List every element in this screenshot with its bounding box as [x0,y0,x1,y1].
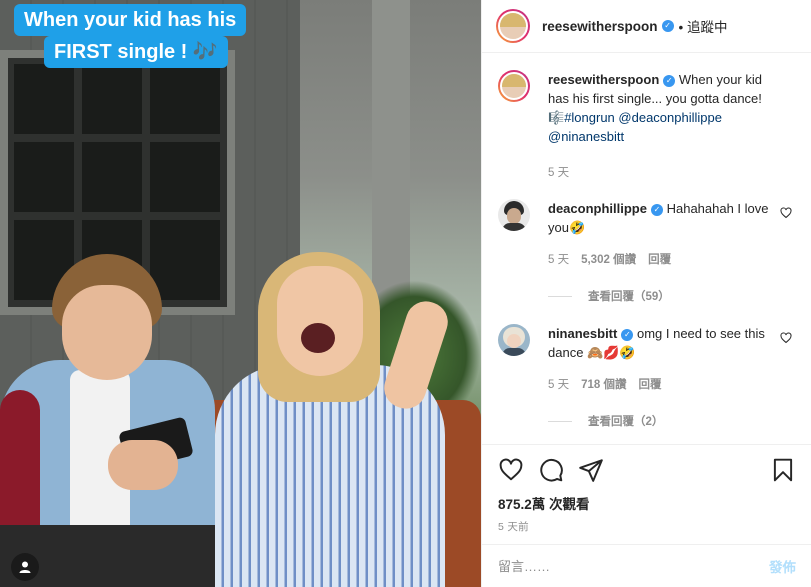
share-icon[interactable] [578,457,604,483]
hashtag-link[interactable]: #longrun [564,110,615,125]
tagged-users-button[interactable] [11,553,39,581]
comment-likes[interactable]: 5,302 個讚 [581,251,636,270]
comments-section[interactable]: reesewitherspoon ✓ When your kid has his … [482,54,811,443]
author-username[interactable]: reesewitherspoon [542,19,658,34]
comment: deaconphillippe ✓ Hahahahah I love you🤣 5… [498,199,796,270]
video-caption-line2: FIRST single ! 🎶 [44,36,228,68]
post-comment-button[interactable]: 發佈 [769,556,796,576]
replies-divider [548,295,572,297]
music-score-emoji: 🎼 [548,110,565,125]
comment-time[interactable]: 5 天 [548,376,569,395]
hand [108,440,178,490]
replies-divider [548,420,572,422]
comment-input[interactable] [498,558,769,574]
post-panel: reesewitherspoon ✓ • 追蹤中 reesewitherspoo… [481,0,811,587]
comment-reply-button[interactable]: 回覆 [638,376,661,395]
view-replies-button[interactable]: 查看回覆（59） [548,288,796,304]
caption-line2-text: FIRST single ! [54,41,188,63]
user-icon [19,561,31,573]
woman-mouth [301,323,335,353]
view-replies-label[interactable]: 查看回覆（2） [588,413,663,429]
heart-icon[interactable] [780,207,792,219]
author-avatar[interactable] [496,9,530,43]
comment-username[interactable]: deaconphillippe [548,201,647,216]
post-date[interactable]: 5 天前 [498,519,796,534]
view-count-label: 次觀看 [549,497,590,512]
mention-deaconphillippe[interactable]: @deaconphillippe [618,110,722,125]
like-heart-icon[interactable] [498,457,524,483]
commenter-avatar[interactable] [498,324,530,356]
caption-username[interactable]: reesewitherspoon [548,72,659,87]
post-video[interactable]: When your kid has his FIRST single ! 🎶 [0,0,481,587]
video-caption-line1: When your kid has his [14,4,247,36]
heart-icon[interactable] [780,332,792,344]
view-replies-label[interactable]: 查看回覆（59） [588,288,670,304]
woman-face [277,266,363,376]
comment-username[interactable]: ninanesbitt [548,326,617,341]
follow-status[interactable]: • 追蹤中 [679,16,728,36]
view-count-number: 875.2萬 [498,497,546,512]
verified-badge-icon: ✓ [663,74,676,87]
view-count[interactable]: 875.2萬 次觀看 [498,493,796,513]
boy-face [62,285,152,380]
verified-badge-icon: ✓ [621,328,634,341]
music-note-icon: 🎶 [192,41,218,63]
post-header: reesewitherspoon ✓ • 追蹤中 [482,0,811,53]
verified-badge-icon: ✓ [650,203,663,216]
comment-time[interactable]: 5 天 [548,251,569,270]
comment-composer: 發佈 [482,544,811,587]
mention-ninanesbitt[interactable]: @ninanesbitt [548,129,624,144]
comment-reply-button[interactable]: 回覆 [648,251,671,270]
commenter-avatar[interactable] [498,199,530,231]
comment: ninanesbitt ✓ omg I need to see this danc… [498,324,796,395]
view-replies-button[interactable]: 查看回覆（2） [548,413,796,429]
post-actions: 875.2萬 次觀看 5 天前 [482,444,811,534]
verified-badge-icon: ✓ [661,20,674,32]
bookmark-icon[interactable] [770,457,796,483]
comment-icon[interactable] [538,457,564,483]
post-caption: reesewitherspoon ✓ When your kid has his … [498,70,796,183]
caption-author-avatar[interactable] [498,70,530,102]
comment-likes[interactable]: 718 個讚 [581,376,626,395]
caption-time[interactable]: 5 天 [548,164,569,183]
